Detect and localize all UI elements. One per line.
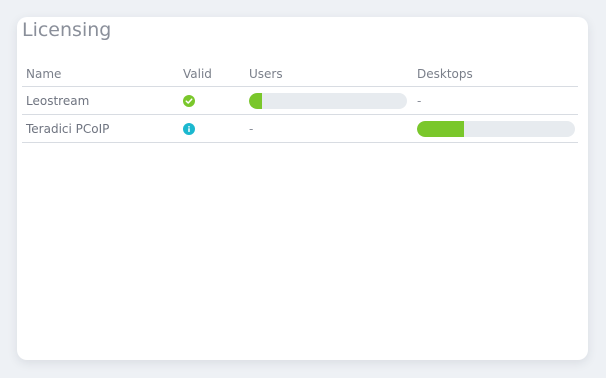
users-value: - xyxy=(249,121,254,136)
column-header-desktops: Desktops xyxy=(417,66,473,81)
licensing-panel: Licensing Name Valid Users Desktops Leos… xyxy=(17,17,588,360)
valid-cell xyxy=(183,87,195,114)
valid-cell xyxy=(183,115,195,142)
desktops-cell xyxy=(417,115,575,142)
desktops-usage-bar-fill xyxy=(417,120,465,137)
users-cell xyxy=(249,87,407,114)
column-header-name: Name xyxy=(26,66,62,81)
license-name: Leostream xyxy=(26,93,90,108)
licensing-table: Name Valid Users Desktops Leostream - Te… xyxy=(22,61,578,143)
panel-title: Licensing xyxy=(22,19,112,41)
info-circle-icon xyxy=(183,122,195,135)
desktops-cell: - xyxy=(417,87,421,114)
column-header-valid: Valid xyxy=(183,66,212,81)
table-row-leostream: Leostream - xyxy=(22,87,578,115)
users-cell: - xyxy=(249,115,253,142)
users-usage-bar-fill xyxy=(249,92,262,109)
check-circle-icon xyxy=(183,94,195,107)
license-name: Teradici PCoIP xyxy=(26,121,110,136)
users-usage-bar xyxy=(249,92,407,109)
column-header-users: Users xyxy=(249,66,283,81)
desktops-usage-bar xyxy=(417,120,575,137)
desktops-value: - xyxy=(417,93,422,108)
table-row-teradici: Teradici PCoIP - xyxy=(22,115,578,143)
table-header-row: Name Valid Users Desktops xyxy=(22,61,578,87)
